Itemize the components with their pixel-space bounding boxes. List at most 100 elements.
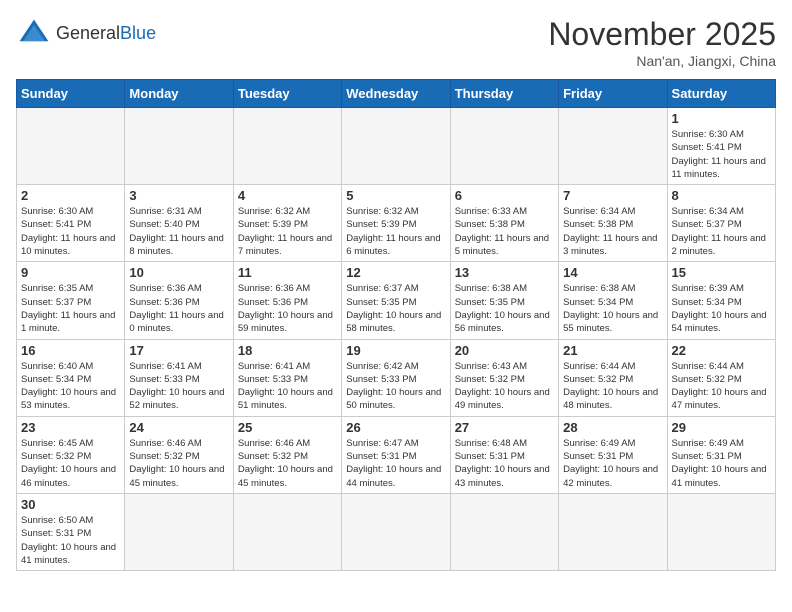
calendar-week-row: 9 Sunrise: 6:35 AM Sunset: 5:37 PM Daylig… [17,262,776,339]
day-info: Sunrise: 6:38 AM Sunset: 5:35 PM Dayligh… [455,282,554,335]
day-number: 2 [21,188,120,203]
day-info: Sunrise: 6:33 AM Sunset: 5:38 PM Dayligh… [455,205,554,258]
day-info: Sunrise: 6:30 AM Sunset: 5:41 PM Dayligh… [672,128,771,181]
day-info: Sunrise: 6:36 AM Sunset: 5:36 PM Dayligh… [129,282,228,335]
calendar-week-row: 16Sunrise: 6:40 AM Sunset: 5:34 PM Dayli… [17,339,776,416]
day-number: 8 [672,188,771,203]
calendar-day-cell: 5 Sunrise: 6:32 AM Sunset: 5:39 PM Daylig… [342,185,450,262]
location-subtitle: Nan'an, Jiangxi, China [548,53,776,69]
day-number: 20 [455,343,554,358]
logo-icon [16,16,52,52]
day-number: 21 [563,343,662,358]
calendar-day-cell: 25Sunrise: 6:46 AM Sunset: 5:32 PM Dayli… [233,416,341,493]
calendar-day-cell: 2 Sunrise: 6:30 AM Sunset: 5:41 PM Daylig… [17,185,125,262]
day-info: Sunrise: 6:32 AM Sunset: 5:39 PM Dayligh… [346,205,445,258]
calendar-week-row: 1Sunrise: 6:30 AM Sunset: 5:41 PM Daylig… [17,108,776,185]
day-number: 27 [455,420,554,435]
day-info: Sunrise: 6:30 AM Sunset: 5:41 PM Dayligh… [21,205,120,258]
day-info: Sunrise: 6:44 AM Sunset: 5:32 PM Dayligh… [563,360,662,413]
day-number: 25 [238,420,337,435]
day-info: Sunrise: 6:39 AM Sunset: 5:34 PM Dayligh… [672,282,771,335]
calendar-day-cell: 7 Sunrise: 6:34 AM Sunset: 5:38 PM Daylig… [559,185,667,262]
calendar-day-cell [559,108,667,185]
day-number: 12 [346,265,445,280]
day-number: 29 [672,420,771,435]
day-info: Sunrise: 6:36 AM Sunset: 5:36 PM Dayligh… [238,282,337,335]
day-info: Sunrise: 6:34 AM Sunset: 5:37 PM Dayligh… [672,205,771,258]
calendar-day-cell: 21 Sunrise: 6:44 AM Sunset: 5:32 PM Dayli… [559,339,667,416]
day-number: 26 [346,420,445,435]
day-info: Sunrise: 6:32 AM Sunset: 5:39 PM Dayligh… [238,205,337,258]
calendar-day-cell: 22Sunrise: 6:44 AM Sunset: 5:32 PM Dayli… [667,339,775,416]
calendar-day-cell [125,108,233,185]
day-number: 3 [129,188,228,203]
day-number: 30 [21,497,120,512]
day-info: Sunrise: 6:40 AM Sunset: 5:34 PM Dayligh… [21,360,120,413]
calendar-day-cell: 20 Sunrise: 6:43 AM Sunset: 5:32 PM Dayli… [450,339,558,416]
day-of-week-header: Monday [125,80,233,108]
day-info: Sunrise: 6:49 AM Sunset: 5:31 PM Dayligh… [672,437,771,490]
day-info: Sunrise: 6:49 AM Sunset: 5:31 PM Dayligh… [563,437,662,490]
calendar-week-row: 23 Sunrise: 6:45 AM Sunset: 5:32 PM Dayli… [17,416,776,493]
calendar-day-cell: 17Sunrise: 6:41 AM Sunset: 5:33 PM Dayli… [125,339,233,416]
calendar-day-cell [233,493,341,570]
calendar-day-cell: 11 Sunrise: 6:36 AM Sunset: 5:36 PM Dayli… [233,262,341,339]
logo: GeneralBlue [16,16,156,52]
day-of-week-header: Thursday [450,80,558,108]
day-number: 6 [455,188,554,203]
day-info: Sunrise: 6:45 AM Sunset: 5:32 PM Dayligh… [21,437,120,490]
day-number: 11 [238,265,337,280]
day-of-week-header: Wednesday [342,80,450,108]
calendar-day-cell [342,493,450,570]
day-number: 5 [346,188,445,203]
calendar-day-cell: 3Sunrise: 6:31 AM Sunset: 5:40 PM Daylig… [125,185,233,262]
calendar-day-cell: 14 Sunrise: 6:38 AM Sunset: 5:34 PM Dayli… [559,262,667,339]
day-info: Sunrise: 6:44 AM Sunset: 5:32 PM Dayligh… [672,360,771,413]
calendar-day-cell [667,493,775,570]
day-info: Sunrise: 6:42 AM Sunset: 5:33 PM Dayligh… [346,360,445,413]
day-info: Sunrise: 6:46 AM Sunset: 5:32 PM Dayligh… [129,437,228,490]
page-header: GeneralBlue November 2025 Nan'an, Jiangx… [16,16,776,69]
calendar-day-cell [450,493,558,570]
day-number: 24 [129,420,228,435]
calendar-week-row: 2 Sunrise: 6:30 AM Sunset: 5:41 PM Daylig… [17,185,776,262]
calendar-day-cell: 9 Sunrise: 6:35 AM Sunset: 5:37 PM Daylig… [17,262,125,339]
day-number: 14 [563,265,662,280]
calendar-day-cell: 24 Sunrise: 6:46 AM Sunset: 5:32 PM Dayli… [125,416,233,493]
calendar-day-cell [342,108,450,185]
day-info: Sunrise: 6:43 AM Sunset: 5:32 PM Dayligh… [455,360,554,413]
calendar-day-cell [559,493,667,570]
calendar-day-cell: 18 Sunrise: 6:41 AM Sunset: 5:33 PM Dayli… [233,339,341,416]
day-number: 7 [563,188,662,203]
calendar-day-cell: 23 Sunrise: 6:45 AM Sunset: 5:32 PM Dayli… [17,416,125,493]
calendar-day-cell: 1Sunrise: 6:30 AM Sunset: 5:41 PM Daylig… [667,108,775,185]
calendar-day-cell: 6 Sunrise: 6:33 AM Sunset: 5:38 PM Daylig… [450,185,558,262]
title-block: November 2025 Nan'an, Jiangxi, China [548,16,776,69]
day-number: 4 [238,188,337,203]
day-number: 9 [21,265,120,280]
calendar-day-cell: 15 Sunrise: 6:39 AM Sunset: 5:34 PM Dayli… [667,262,775,339]
calendar-table: SundayMondayTuesdayWednesdayThursdayFrid… [16,79,776,571]
calendar-day-cell: 4 Sunrise: 6:32 AM Sunset: 5:39 PM Daylig… [233,185,341,262]
day-info: Sunrise: 6:35 AM Sunset: 5:37 PM Dayligh… [21,282,120,335]
day-info: Sunrise: 6:41 AM Sunset: 5:33 PM Dayligh… [238,360,337,413]
day-number: 28 [563,420,662,435]
day-info: Sunrise: 6:34 AM Sunset: 5:38 PM Dayligh… [563,205,662,258]
day-of-week-header: Friday [559,80,667,108]
day-info: Sunrise: 6:38 AM Sunset: 5:34 PM Dayligh… [563,282,662,335]
calendar-day-cell: 27Sunrise: 6:48 AM Sunset: 5:31 PM Dayli… [450,416,558,493]
day-number: 23 [21,420,120,435]
day-number: 18 [238,343,337,358]
day-info: Sunrise: 6:37 AM Sunset: 5:35 PM Dayligh… [346,282,445,335]
day-info: Sunrise: 6:47 AM Sunset: 5:31 PM Dayligh… [346,437,445,490]
calendar-day-cell: 19 Sunrise: 6:42 AM Sunset: 5:33 PM Dayli… [342,339,450,416]
calendar-day-cell: 8 Sunrise: 6:34 AM Sunset: 5:37 PM Daylig… [667,185,775,262]
calendar-day-cell [233,108,341,185]
calendar-day-cell: 12 Sunrise: 6:37 AM Sunset: 5:35 PM Dayli… [342,262,450,339]
month-title: November 2025 [548,16,776,53]
day-number: 17 [129,343,228,358]
calendar-day-cell: 26 Sunrise: 6:47 AM Sunset: 5:31 PM Dayli… [342,416,450,493]
day-number: 15 [672,265,771,280]
day-number: 19 [346,343,445,358]
calendar-day-cell [17,108,125,185]
